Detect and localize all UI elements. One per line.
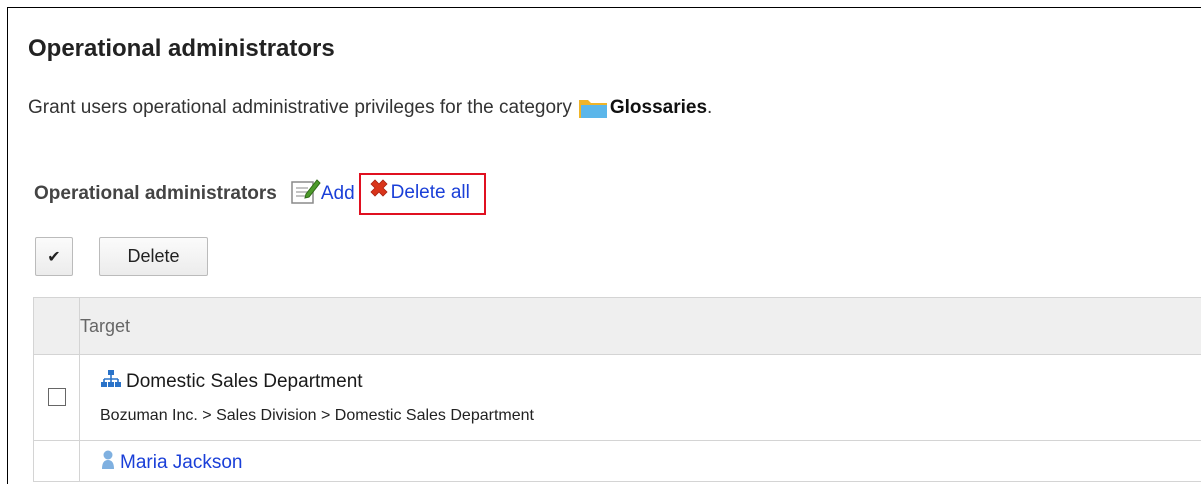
- page-description: Grant users operational administrative p…: [28, 97, 712, 119]
- description-suffix: .: [707, 97, 713, 118]
- table-header-row: Target: [33, 297, 1201, 355]
- section-header: Operational administrators Add Delete al…: [34, 173, 486, 215]
- delete-button[interactable]: Delete: [99, 237, 208, 276]
- target-cell: Maria Jackson: [79, 440, 1201, 482]
- department-path: Bozuman Inc. > Sales Division > Domestic…: [100, 407, 534, 424]
- delete-all-label: Delete all: [390, 182, 470, 203]
- add-label: Add: [320, 183, 355, 204]
- row-checkbox-cell: [33, 440, 80, 482]
- department-entry: Domestic Sales Department: [100, 369, 1201, 395]
- description-text: Grant users operational administrative p…: [28, 97, 572, 118]
- checkbox-header: [33, 297, 80, 355]
- add-button[interactable]: Add: [291, 177, 355, 211]
- folder-icon: [578, 97, 608, 119]
- user-entry[interactable]: Maria Jackson: [100, 449, 1201, 477]
- section-title: Operational administrators: [34, 183, 277, 204]
- category-name: Glossaries: [609, 97, 708, 118]
- organization-icon: [100, 369, 122, 395]
- delete-all-highlight: Delete all: [358, 173, 486, 215]
- administrators-table: Target Domestic Sales Department Bozuman…: [33, 297, 1201, 482]
- table-row: Maria Jackson: [33, 440, 1201, 482]
- user-icon: [100, 449, 116, 477]
- delete-all-button[interactable]: Delete all: [367, 178, 470, 208]
- delete-x-icon: [367, 178, 391, 208]
- department-name: Domestic Sales Department: [126, 371, 363, 392]
- target-column-header: Target: [79, 297, 1201, 355]
- user-name: Maria Jackson: [120, 452, 243, 473]
- add-icon: [291, 177, 321, 211]
- target-cell: Domestic Sales Department Bozuman Inc. >…: [79, 354, 1201, 441]
- page-title: Operational administrators: [28, 35, 335, 62]
- row-checkbox-cell: [33, 354, 80, 441]
- table-row: Domestic Sales Department Bozuman Inc. >…: [33, 354, 1201, 441]
- content-panel: Operational administrators Grant users o…: [7, 7, 1201, 484]
- row-checkbox[interactable]: [47, 388, 66, 407]
- check-all-button[interactable]: ✔: [35, 237, 73, 276]
